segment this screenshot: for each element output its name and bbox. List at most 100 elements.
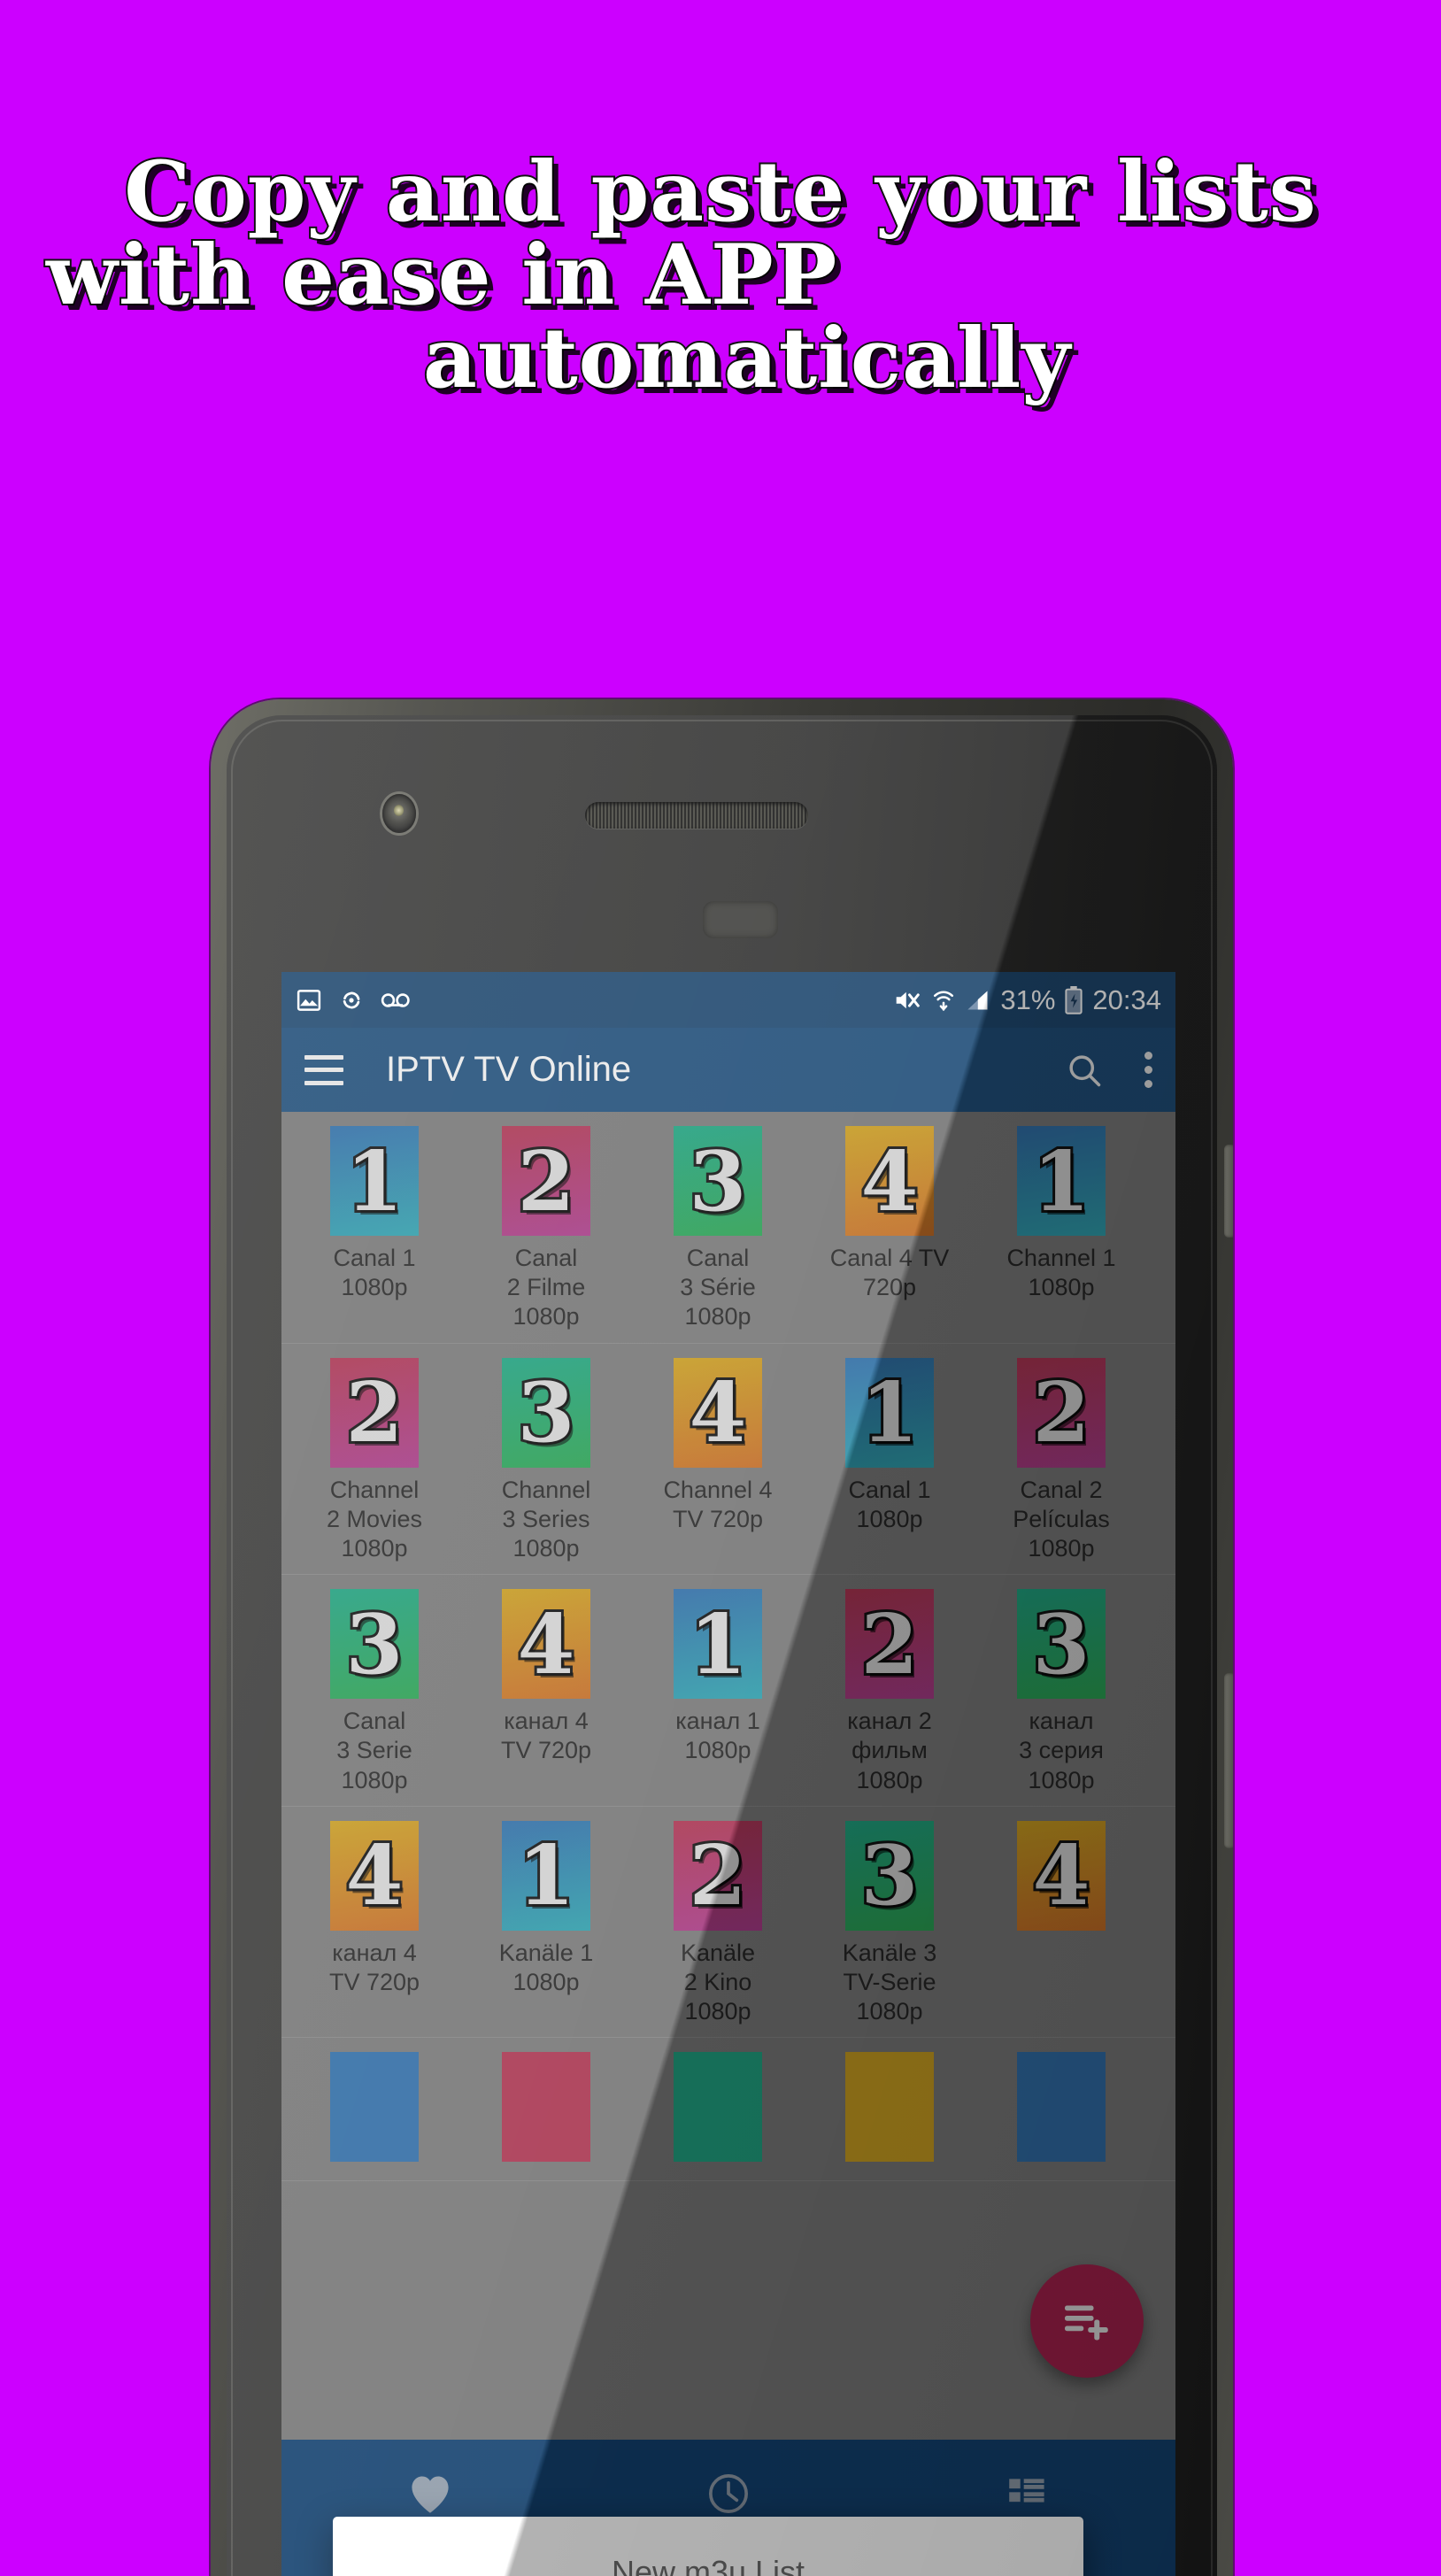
signal-icon (966, 988, 990, 1013)
app-toolbar: IPTV TV Online (281, 1028, 1175, 1112)
voicemail-icon (381, 991, 411, 1010)
spiral-icon (338, 987, 365, 1014)
channel-logo: 3 (330, 1589, 419, 1700)
channel-tile[interactable]: 2 Canal 2 Películas 1080p (975, 1357, 1147, 1575)
channel-tile[interactable]: 1 Channel 1 1080p (975, 1126, 1147, 1343)
channel-logo (674, 2052, 762, 2163)
channel-logo: 3 (502, 1357, 590, 1468)
channel-caption (463, 2170, 629, 2180)
channel-tile[interactable]: 1 Canal 1 1080p (804, 1357, 975, 1575)
page-title: IPTV TV Online (386, 1050, 632, 1089)
add-list-fab[interactable] (1030, 2264, 1144, 2378)
channel-tile[interactable] (460, 2052, 632, 2180)
channel-caption: канал 2 фильм 1080p (847, 1708, 932, 1793)
channel-tile[interactable]: 2 Kanäle 2 Kino 1080p (632, 1820, 804, 2038)
battery-charging-icon (1065, 985, 1083, 1014)
channel-caption: Canal 4 TV 720p (829, 1245, 950, 1301)
grid-row: 3 Canal 3 Serie 1080p 4 канал 4 TV 720p 1 кан… (281, 1575, 1175, 1807)
channel-caption: канал 3 серия 1080p (1019, 1708, 1104, 1793)
channel-logo: 2 (674, 1820, 762, 1931)
channel-tile[interactable]: 4 Channel 4 TV 720p (632, 1357, 804, 1575)
channel-tile[interactable]: 3 Kanäle 3 TV-Serie 1080p (804, 1820, 975, 2038)
proximity-sensor (703, 901, 778, 938)
channel-tile[interactable]: 1 Kanäle 1 1080p (460, 1820, 632, 2038)
channel-logo: 1 (1017, 1126, 1106, 1236)
channel-caption: Canal 1 1080p (848, 1476, 931, 1532)
channel-logo: 3 (1017, 1589, 1106, 1700)
channel-caption: Channel 3 Series 1080p (501, 1476, 591, 1562)
channel-caption: канал 4 TV 720p (500, 1708, 592, 1764)
headline-line-3: automatically (421, 310, 1072, 407)
channel-tile[interactable]: 1 Canal 1 1080p (289, 1126, 460, 1343)
channel-tile[interactable] (975, 2052, 1147, 2180)
status-bar-system-icons: 31% 20:34 (893, 984, 1161, 1016)
channel-logo: 4 (1017, 1820, 1106, 1931)
grid-row: 1 Canal 1 1080p 2 Canal 2 Filme 1080p 3 Canal… (281, 1112, 1175, 1344)
channel-logo (845, 2052, 934, 2163)
channel-tile[interactable]: 4 (975, 1820, 1147, 2038)
mute-icon (893, 987, 921, 1014)
channel-caption: Canal 2 Filme 1080p (506, 1245, 586, 1330)
channel-caption: Canal 3 Série 1080p (680, 1245, 756, 1330)
channel-tile[interactable] (632, 2052, 804, 2180)
channel-caption: Channel 4 TV 720p (663, 1476, 773, 1532)
grid-row: 4 канал 4 TV 720p 1 Kanäle 1 1080p 2 Kanäle 2… (281, 1807, 1175, 2039)
new-list-dialog: New m3u List Enter a name (Optional) Pas… (333, 2517, 1083, 2576)
channel-caption: Canal 2 Películas 1080p (1013, 1476, 1110, 1562)
channel-tile[interactable] (804, 2052, 975, 2180)
channel-tile[interactable] (289, 2052, 460, 2180)
phone-mockup: 31% 20:34 IPTV TV Online 1 Canal 1 1080p… (211, 699, 1233, 2576)
channel-logo: 1 (845, 1357, 934, 1468)
channel-logo: 1 (674, 1589, 762, 1700)
status-bar-notifications (296, 987, 411, 1014)
channel-tile[interactable]: 4 Canal 4 TV 720p (804, 1126, 975, 1343)
channel-tile[interactable]: 3 Canal 3 Série 1080p (632, 1126, 804, 1343)
power-button[interactable] (1224, 1145, 1233, 1238)
playlist-add-icon (1060, 2294, 1114, 2348)
phone-body: 31% 20:34 IPTV TV Online 1 Canal 1 1080p… (227, 715, 1217, 2576)
channel-logo (330, 2052, 419, 2163)
dialog-title: New m3u List (611, 2554, 805, 2576)
channel-tile[interactable]: 3 Canal 3 Serie 1080p (289, 1589, 460, 1806)
grid-row (281, 2038, 1175, 2182)
channel-tile[interactable]: 1 канал 1 1080p (632, 1589, 804, 1806)
promo-headline: Copy and paste your lists with ease in A… (0, 149, 1441, 407)
channel-caption (635, 2170, 801, 2180)
channel-logo (502, 2052, 590, 2163)
channel-caption (978, 2170, 1144, 2180)
toolbar-actions (1065, 1051, 1152, 1090)
channel-tile[interactable]: 4 канал 4 TV 720p (460, 1589, 632, 1806)
overflow-menu-icon[interactable] (1144, 1052, 1152, 1088)
grid-row: 2 Channel 2 Movies 1080p 3 Channel 3 Series… (281, 1344, 1175, 1576)
channel-grid[interactable]: 1 Canal 1 1080p 2 Canal 2 Filme 1080p 3 Canal… (281, 1112, 1175, 2440)
image-icon (296, 987, 322, 1014)
channel-logo: 2 (502, 1126, 590, 1236)
clock-icon (705, 2471, 751, 2517)
hamburger-icon[interactable] (304, 1054, 343, 1085)
channel-logo (1017, 2052, 1106, 2163)
channel-logo: 3 (674, 1126, 762, 1236)
channel-logo: 3 (845, 1820, 934, 1931)
channel-caption: канал 1 1080p (675, 1708, 760, 1764)
channel-tile[interactable]: 4 канал 4 TV 720p (289, 1820, 460, 2038)
earpiece-speaker (585, 802, 808, 829)
channel-tile[interactable]: 2 Canal 2 Filme 1080p (460, 1126, 632, 1343)
phone-screen: 31% 20:34 IPTV TV Online 1 Canal 1 1080p… (281, 972, 1175, 2576)
channel-tile[interactable]: 2 канал 2 фильм 1080p (804, 1589, 975, 1806)
grid-rows-container: 1 Canal 1 1080p 2 Canal 2 Filme 1080p 3 Canal… (281, 1112, 1175, 2182)
channel-logo: 1 (330, 1126, 419, 1236)
status-bar: 31% 20:34 (281, 972, 1175, 1028)
channel-tile[interactable]: 3 Channel 3 Series 1080p (460, 1357, 632, 1575)
list-icon (1005, 2472, 1049, 2516)
volume-button[interactable] (1224, 1673, 1233, 1848)
channel-caption (291, 2170, 458, 2180)
channel-caption: Kanäle 2 Kino 1080p (680, 1939, 756, 2025)
wifi-icon (931, 987, 956, 1014)
front-camera-icon (382, 794, 416, 833)
channel-tile[interactable]: 2 Channel 2 Movies 1080p (289, 1357, 460, 1575)
search-icon[interactable] (1065, 1051, 1104, 1090)
channel-tile[interactable]: 3 канал 3 серия 1080p (975, 1589, 1147, 1806)
battery-percent-label: 31% (1000, 983, 1056, 1015)
channel-logo: 2 (330, 1357, 419, 1468)
channel-logo: 2 (845, 1589, 934, 1700)
